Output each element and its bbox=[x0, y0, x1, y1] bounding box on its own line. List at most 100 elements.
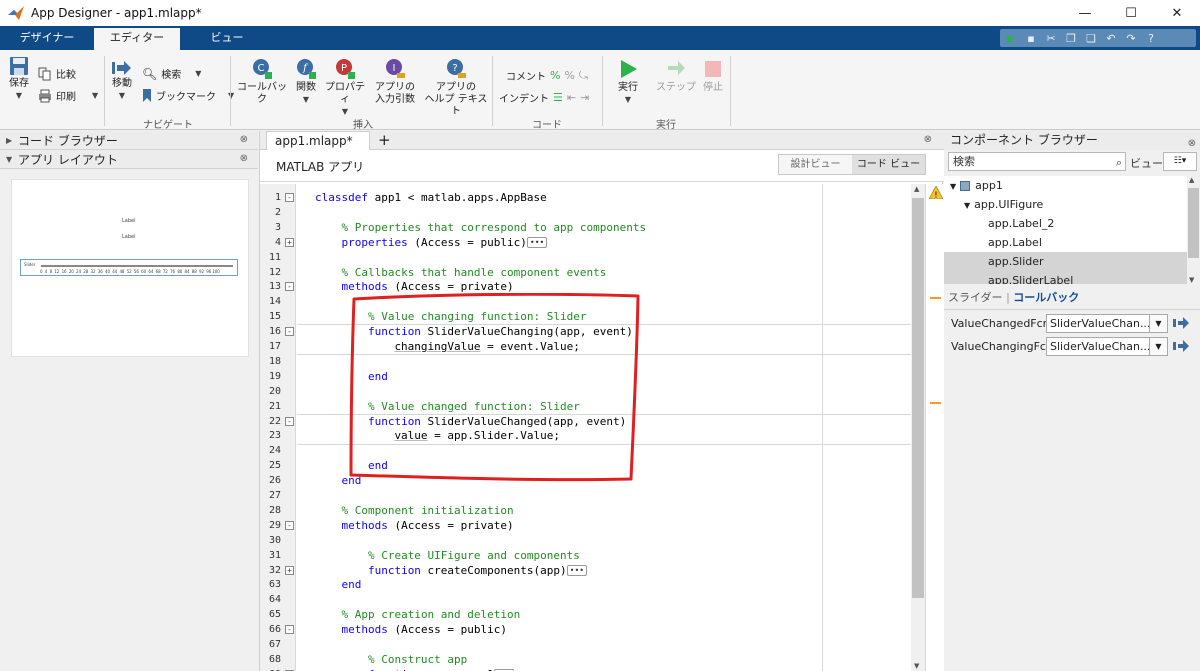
code-line[interactable] bbox=[297, 488, 911, 503]
expanded-triangle-icon[interactable]: ▼ bbox=[964, 201, 970, 210]
app-input-args-button[interactable]: I アプリの 入力引数 bbox=[372, 58, 418, 106]
callback-select[interactable]: SliderValueChan... ▼ bbox=[1046, 337, 1168, 356]
tab-editor[interactable]: エディター bbox=[94, 28, 180, 50]
scroll-down-arrow-icon[interactable]: ▼ bbox=[914, 662, 919, 670]
warning-marker[interactable] bbox=[930, 297, 941, 299]
increase-indent-icon[interactable]: ⇥ bbox=[580, 91, 589, 104]
warning-marker[interactable] bbox=[930, 402, 941, 404]
quick-undo-icon[interactable]: ↶ bbox=[1104, 32, 1118, 45]
tab-slider[interactable]: スライダー bbox=[948, 291, 1003, 304]
component-search-input[interactable]: 検索 ⌕ bbox=[948, 152, 1126, 171]
quick-help-icon[interactable]: ? bbox=[1144, 32, 1158, 45]
code-view-button[interactable]: コード ビュー bbox=[852, 155, 925, 174]
code-line[interactable]: methods (Access = public) bbox=[297, 622, 911, 637]
code-line[interactable]: % Properties that correspond to app comp… bbox=[297, 220, 911, 235]
close-editor-icon[interactable]: ⊗ bbox=[924, 134, 932, 145]
code-line[interactable] bbox=[297, 205, 911, 220]
function-dropdown-icon[interactable]: ▼ bbox=[292, 94, 320, 106]
function-button[interactable]: f 関数 ▼ bbox=[292, 58, 320, 106]
code-line[interactable]: properties (Access = public) ••• bbox=[297, 235, 911, 250]
indent-button[interactable]: インデント ☰ ⇤ ⇥ bbox=[499, 90, 589, 105]
search-icon[interactable]: ⌕ bbox=[1116, 154, 1122, 171]
code-line[interactable]: classdef app1 < matlab.apps.AppBase bbox=[297, 190, 911, 205]
scrollbar-thumb[interactable] bbox=[912, 198, 924, 598]
vertical-scrollbar[interactable]: ▲ ▼ bbox=[911, 184, 925, 671]
step-button[interactable]: ステップ bbox=[656, 58, 696, 94]
app-layout-header[interactable]: ▼ アプリ レイアウト ⊗ bbox=[0, 150, 258, 169]
fold-collapse-icon[interactable]: - bbox=[285, 282, 294, 292]
compare-button[interactable]: 比較 bbox=[38, 66, 76, 81]
fold-collapse-icon[interactable]: - bbox=[285, 327, 294, 337]
wrap-comment-icon[interactable]: ⤿ bbox=[579, 69, 588, 83]
callback-select[interactable]: SliderValueChan... ▼ bbox=[1046, 314, 1168, 333]
close-panel-icon[interactable]: ⊗ bbox=[240, 134, 248, 145]
tab-view[interactable]: ビュー bbox=[184, 28, 270, 50]
tree-node[interactable]: app.Slider bbox=[944, 252, 1187, 271]
tab-app1-mlapp[interactable]: app1.mlapp* bbox=[266, 131, 370, 150]
tab-callback[interactable]: コールバック bbox=[1013, 291, 1079, 304]
code-line[interactable]: % Construct app bbox=[297, 652, 911, 667]
code-line[interactable]: % Callbacks that handle component events bbox=[297, 265, 911, 280]
tree-node[interactable]: ▼ app1 bbox=[944, 176, 1187, 195]
fold-expand-icon[interactable]: + bbox=[285, 237, 294, 247]
code-line[interactable]: % Create UIFigure and components bbox=[297, 548, 911, 563]
quick-run-icon[interactable]: ▶ bbox=[1004, 32, 1018, 45]
run-dropdown-icon[interactable]: ▼ bbox=[612, 94, 644, 106]
code-browser-header[interactable]: ▶ コード ブラウザー ⊗ bbox=[0, 131, 258, 150]
code-line[interactable] bbox=[297, 250, 911, 265]
tab-designer[interactable]: デザイナー bbox=[4, 28, 90, 50]
code-line[interactable] bbox=[297, 637, 911, 652]
add-tab-icon[interactable]: + bbox=[378, 131, 391, 149]
run-button[interactable]: 実行 ▼ bbox=[612, 58, 644, 106]
close-panel-icon[interactable]: ⊗ bbox=[1188, 134, 1196, 153]
fold-collapse-icon[interactable]: - bbox=[285, 193, 294, 202]
comment-percent-icon[interactable]: % bbox=[550, 69, 560, 82]
tree-node[interactable]: app.Label bbox=[944, 233, 1187, 252]
find-dropdown-icon[interactable]: ▼ bbox=[195, 69, 201, 78]
decrease-indent-icon[interactable]: ⇤ bbox=[567, 91, 576, 104]
print-dropdown-icon[interactable]: ▼ bbox=[92, 91, 98, 100]
fold-collapse-icon[interactable]: - bbox=[285, 625, 294, 635]
goto-button[interactable]: 移動 ▼ bbox=[109, 60, 135, 102]
stop-button[interactable]: 停止 bbox=[700, 58, 726, 94]
quick-copy-icon[interactable]: ❐ bbox=[1064, 32, 1078, 45]
quick-save-icon[interactable]: ▪ bbox=[1024, 32, 1038, 45]
bookmark-dropdown-icon[interactable]: ▼ bbox=[228, 91, 234, 100]
scroll-down-arrow-icon[interactable]: ▼ bbox=[1189, 276, 1194, 284]
bookmark-button[interactable]: ブックマーク ▼ bbox=[142, 88, 234, 103]
goto-dropdown-icon[interactable]: ▼ bbox=[109, 90, 135, 102]
code-line[interactable]: function createComponents(app) ••• bbox=[297, 563, 911, 578]
comment-button[interactable]: コメント % % ⤿ bbox=[506, 68, 588, 84]
close-panel-icon[interactable]: ⊗ bbox=[240, 153, 248, 164]
code-line[interactable]: % App creation and deletion bbox=[297, 607, 911, 622]
code-line[interactable]: methods (Access = private) bbox=[297, 518, 911, 533]
minimize-button[interactable]: — bbox=[1062, 0, 1108, 26]
tree-node[interactable]: app.SliderLabel bbox=[944, 271, 1187, 284]
fold-collapse-icon[interactable]: - bbox=[285, 416, 294, 426]
scroll-up-arrow-icon[interactable]: ▲ bbox=[914, 185, 919, 193]
quick-cut-icon[interactable]: ✂ bbox=[1044, 32, 1058, 45]
code-line[interactable] bbox=[297, 592, 911, 607]
app-help-text-button[interactable]: ? アプリの ヘルプ テキスト bbox=[424, 58, 488, 118]
save-button[interactable]: 保存 ▼ bbox=[6, 56, 32, 102]
quick-paste-icon[interactable]: ❏ bbox=[1084, 32, 1098, 45]
code-line[interactable]: % Component initialization bbox=[297, 503, 911, 518]
code-line[interactable] bbox=[297, 533, 911, 548]
quick-redo-icon[interactable]: ↷ bbox=[1124, 32, 1138, 45]
fold-expand-icon[interactable]: + bbox=[285, 565, 294, 575]
scroll-up-arrow-icon[interactable]: ▲ bbox=[1189, 176, 1194, 184]
property-button[interactable]: P プロパティ ▼ bbox=[324, 58, 366, 118]
design-view-button[interactable]: 設計ビュー bbox=[779, 155, 852, 174]
chevron-down-icon[interactable]: ▼ bbox=[1149, 315, 1167, 332]
app-layout-preview[interactable]: Label Label Slider 0 4 8 12 16 20 24 28 … bbox=[11, 179, 249, 357]
expanded-triangle-icon[interactable]: ▼ bbox=[950, 182, 956, 191]
fold-collapse-icon[interactable]: - bbox=[285, 520, 294, 530]
tree-node[interactable]: ▼ app.UIFigure bbox=[944, 195, 1187, 214]
chevron-down-icon[interactable]: ▼ bbox=[1149, 338, 1167, 355]
smart-indent-icon[interactable]: ☰ bbox=[553, 91, 563, 104]
folded-code-ellipsis-icon[interactable]: ••• bbox=[566, 565, 588, 576]
view-mode-select[interactable]: ☷▾ bbox=[1163, 152, 1197, 171]
print-button[interactable]: 印刷 ▼ bbox=[38, 88, 98, 103]
tree-node[interactable]: app.Label_2 bbox=[944, 214, 1187, 233]
go-to-callback-icon[interactable] bbox=[1173, 339, 1189, 353]
